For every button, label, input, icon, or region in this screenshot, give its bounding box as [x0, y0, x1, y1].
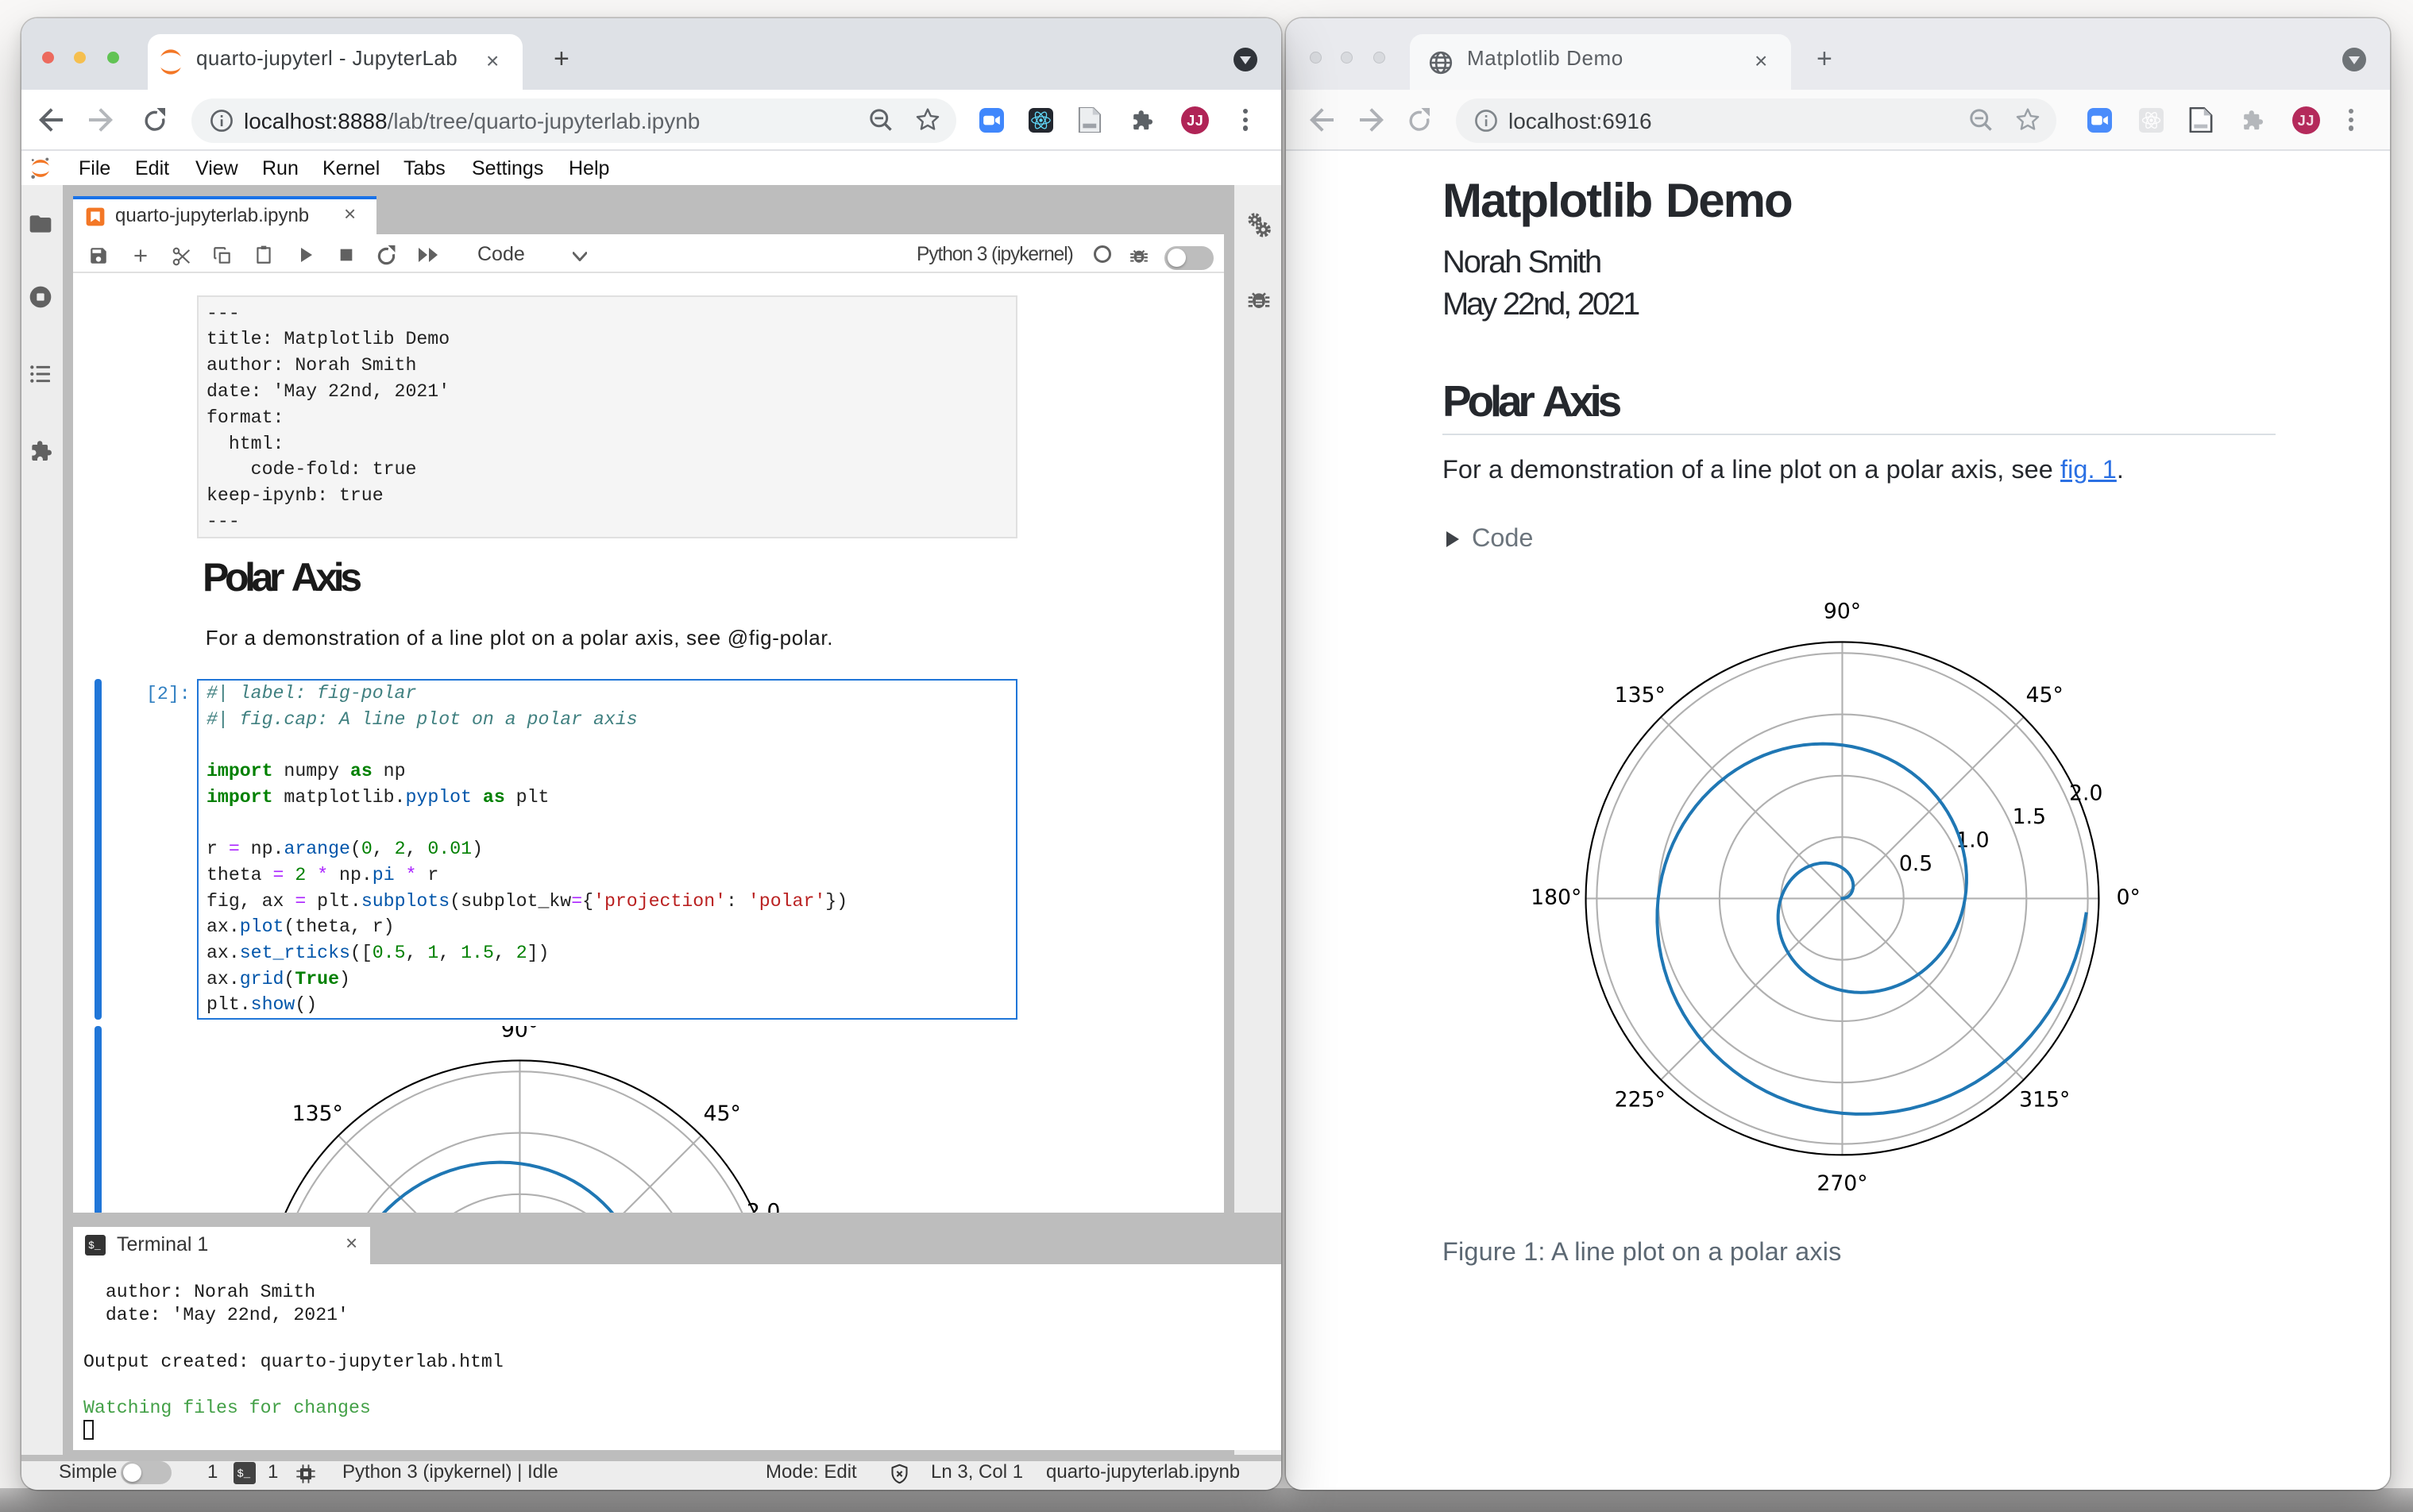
- svg-text:$_: $_: [88, 1240, 101, 1252]
- svg-text:$_: $_: [237, 1468, 250, 1480]
